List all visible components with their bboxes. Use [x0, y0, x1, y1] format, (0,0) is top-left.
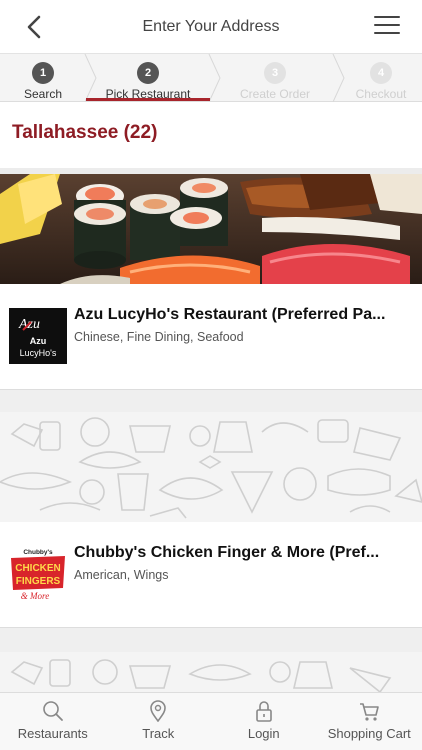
nav-shopping-cart[interactable]: Shopping Cart — [317, 693, 422, 750]
city-heading: Tallahassee (22) — [12, 122, 158, 143]
nav-label: Restaurants — [17, 726, 88, 741]
restaurant-banner-image[interactable] — [0, 174, 422, 284]
card-gap — [0, 390, 422, 412]
nav-label: Login — [247, 726, 280, 741]
svg-text:CHICKEN: CHICKEN — [15, 563, 61, 574]
restaurant-categories: American, Wings — [74, 568, 169, 582]
step-label: Search — [23, 87, 63, 101]
nav-label: Track — [142, 726, 175, 741]
restaurant-card[interactable]: Chubby's CHICKEN FINGERS & More Chubby's… — [0, 522, 422, 628]
restaurant-banner-image[interactable] — [0, 412, 422, 522]
location-pin-icon — [150, 700, 167, 722]
card-gap — [0, 628, 422, 652]
step-number: 2 — [137, 62, 159, 84]
lock-icon — [255, 701, 272, 722]
restaurant-banner-image[interactable] — [0, 652, 422, 692]
step-divider-icon — [208, 54, 221, 102]
svg-text:LucyHo's: LucyHo's — [20, 348, 57, 358]
cart-icon — [360, 703, 380, 721]
step-search[interactable]: 1 Search — [8, 54, 78, 102]
step-create-order[interactable]: 3 Create Order — [228, 54, 322, 102]
nav-restaurants[interactable]: Restaurants — [0, 693, 106, 750]
restaurant-logo: Chubby's CHICKEN FINGERS & More — [9, 546, 67, 602]
search-icon — [42, 701, 63, 721]
restaurant-card[interactable]: Azu Azu LucyHo's Azu LucyHo's Restaurant… — [0, 284, 422, 390]
step-number: 3 — [264, 62, 286, 84]
hamburger-menu-icon[interactable] — [374, 16, 400, 38]
nav-label: Shopping Cart — [327, 726, 411, 741]
back-arrow-icon[interactable] — [22, 14, 48, 40]
checkout-steps: 1 Search 2 Pick Restaurant 3 Create Orde… — [0, 54, 422, 102]
food-doodle-pattern — [0, 412, 422, 522]
svg-text:Chubby's: Chubby's — [23, 549, 53, 556]
step-number: 4 — [370, 62, 392, 84]
restaurant-logo: Azu Azu LucyHo's — [9, 308, 67, 364]
step-label: Create Order — [239, 87, 311, 101]
step-label: Checkout — [355, 87, 407, 101]
step-divider-icon — [332, 54, 345, 102]
active-step-underline — [86, 98, 210, 101]
svg-text:Azu: Azu — [30, 336, 47, 346]
step-checkout[interactable]: 4 Checkout — [348, 54, 414, 102]
restaurant-name[interactable]: Chubby's Chicken Finger & More (Pref... — [74, 544, 419, 562]
sushi-photo — [0, 174, 422, 284]
top-bar: Enter Your Address — [0, 0, 422, 54]
food-doodle-pattern — [0, 652, 422, 692]
step-pick-restaurant[interactable]: 2 Pick Restaurant — [96, 54, 200, 102]
nav-login[interactable]: Login — [211, 693, 317, 750]
bottom-navigation: Restaurants Track Login Shopping Cart — [0, 692, 422, 750]
restaurant-categories: Chinese, Fine Dining, Seafood — [74, 330, 244, 344]
page-title: Enter Your Address — [142, 17, 280, 35]
svg-text:& More: & More — [21, 591, 49, 601]
svg-text:FINGERS: FINGERS — [16, 576, 61, 587]
nav-track[interactable]: Track — [106, 693, 212, 750]
restaurant-name[interactable]: Azu LucyHo's Restaurant (Preferred Pa... — [74, 306, 419, 324]
step-number: 1 — [32, 62, 54, 84]
